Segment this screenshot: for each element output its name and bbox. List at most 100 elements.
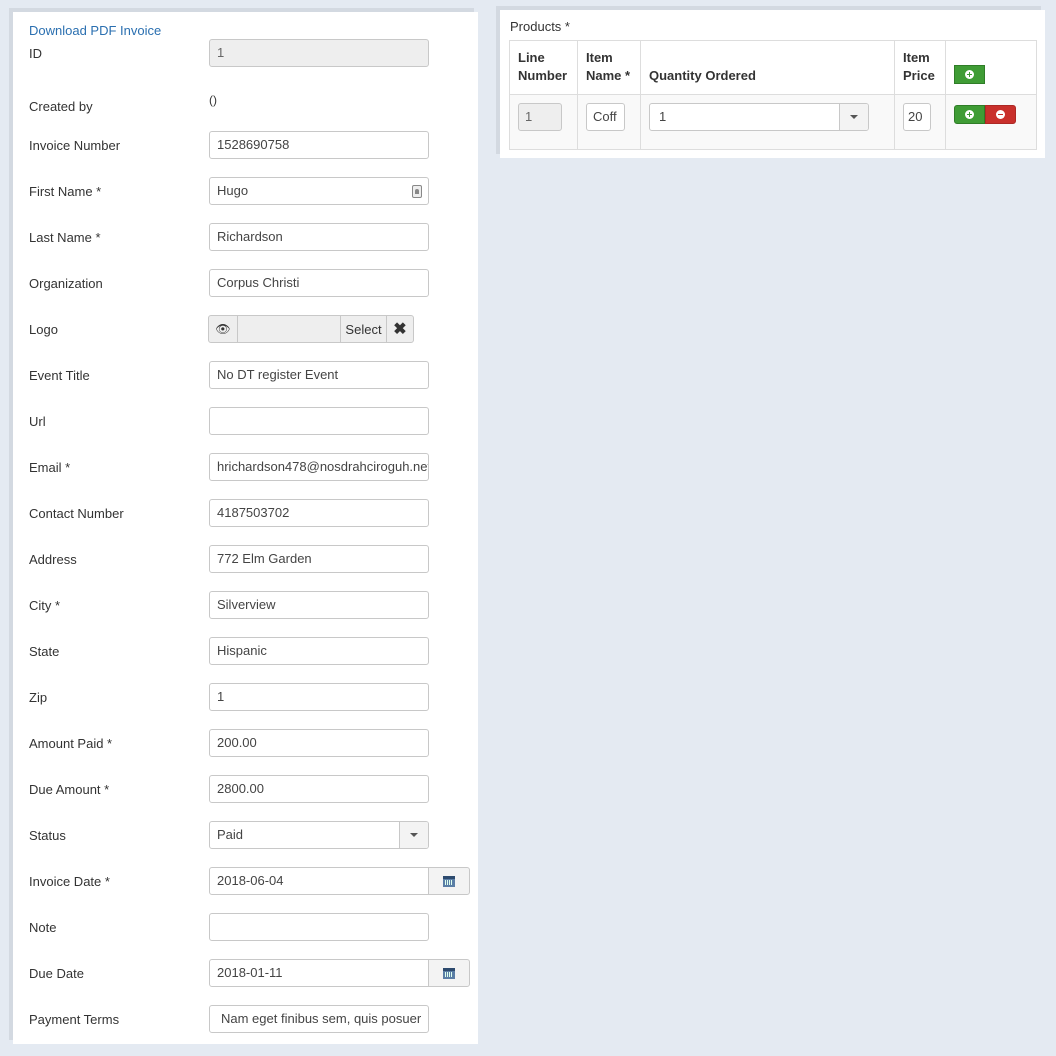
field-event-title: Event Title No DT register Event <box>13 361 478 389</box>
field-first-name: First Name * Hugo <box>13 177 478 205</box>
status-selected-value: Paid <box>217 827 244 842</box>
chevron-down-icon <box>410 833 418 837</box>
first-name-value: Hugo <box>217 183 249 198</box>
header-actions <box>945 40 1037 95</box>
due-date-input[interactable]: 2018-01-11 <box>209 959 430 987</box>
event-title-label: Event Title <box>29 368 90 383</box>
status-dropdown-toggle[interactable] <box>399 822 428 848</box>
city-label: City * <box>29 598 61 613</box>
field-last-name: Last Name * Richardson <box>13 223 478 251</box>
row-action-buttons <box>954 105 1016 124</box>
eye-icon[interactable]: 👁 <box>209 316 238 342</box>
download-pdf-invoice-link[interactable]: Download PDF Invoice <box>29 23 161 38</box>
products-title: Products * <box>510 19 570 34</box>
first-name-label: First Name * <box>29 184 102 199</box>
close-icon[interactable]: ✖ <box>386 316 413 342</box>
logo-select-button[interactable]: Select <box>340 316 386 342</box>
last-name-label: Last Name * <box>29 230 101 245</box>
field-state: State Hispanic <box>13 637 478 665</box>
contact-number-input[interactable]: 4187503702 <box>209 499 429 527</box>
field-due-amount: Due Amount * 2800.00 <box>13 775 478 803</box>
state-input[interactable]: Hispanic <box>209 637 429 665</box>
last-name-input[interactable]: Richardson <box>209 223 429 251</box>
field-organization: Organization Corpus Christi <box>13 269 478 297</box>
url-input[interactable] <box>209 407 429 435</box>
field-zip: Zip 1 <box>13 683 478 711</box>
field-id: ID 1 <box>13 39 478 67</box>
city-input[interactable]: Silverview <box>209 591 429 619</box>
field-email: Email * hrichardson478@nosdrahciroguh.ne… <box>13 453 478 481</box>
zip-input[interactable]: 1 <box>209 683 429 711</box>
invoice-number-input[interactable]: 1528690758 <box>209 131 429 159</box>
id-input[interactable]: 1 <box>209 39 429 67</box>
amount-paid-label: Amount Paid * <box>29 736 113 751</box>
field-created-by: Created by () <box>13 92 478 120</box>
add-row-button[interactable] <box>954 65 985 84</box>
plus-circle-icon <box>965 70 974 79</box>
calendar-icon <box>443 967 455 979</box>
item-name-input[interactable]: Coff <box>586 103 625 131</box>
id-label: ID <box>29 46 42 61</box>
products-table: Line Number Item Name * Quantity Ordered… <box>509 40 1037 150</box>
contact-number-label: Contact Number <box>29 506 124 521</box>
due-date-label: Due Date <box>29 966 84 981</box>
field-invoice-number: Invoice Number 1528690758 <box>13 131 478 159</box>
line-number-input[interactable]: 1 <box>518 103 562 131</box>
field-amount-paid: Amount Paid * 200.00 <box>13 729 478 757</box>
organization-input[interactable]: Corpus Christi <box>209 269 429 297</box>
payment-terms-input[interactable]: Nam eget finibus sem, quis posuer <box>209 1005 429 1033</box>
quantity-ordered-value: 1 <box>659 109 667 124</box>
email-label: Email * <box>29 460 71 475</box>
field-city: City * Silverview <box>13 591 478 619</box>
field-note: Note <box>13 913 478 941</box>
note-label: Note <box>29 920 57 935</box>
contact-card-icon[interactable] <box>412 185 422 198</box>
table-row: 1 Coff 1 20 <box>509 94 1037 150</box>
status-label: Status <box>29 828 66 843</box>
invoice-date-input[interactable]: 2018-06-04 <box>209 867 430 895</box>
invoice-number-label: Invoice Number <box>29 138 121 153</box>
due-amount-label: Due Amount * <box>29 782 110 797</box>
address-input[interactable]: 772 Elm Garden <box>209 545 429 573</box>
header-item-price: Item Price <box>894 40 946 95</box>
header-quantity-ordered: Quantity Ordered <box>640 40 895 95</box>
logo-file-display <box>238 316 340 342</box>
state-label: State <box>29 644 60 659</box>
products-panel: Products * Line Number Item Name * Quant… <box>500 10 1045 158</box>
zip-label: Zip <box>29 690 48 705</box>
quantity-ordered-select[interactable]: 1 <box>649 103 869 131</box>
event-title-input[interactable]: No DT register Event <box>209 361 429 389</box>
invoice-date-picker-button[interactable] <box>428 867 470 895</box>
status-select[interactable]: Paid <box>209 821 429 849</box>
created-by-value: () <box>209 93 217 107</box>
invoice-date-label: Invoice Date * <box>29 874 110 889</box>
email-input[interactable]: hrichardson478@nosdrahciroguh.net <box>209 453 429 481</box>
field-contact-number: Contact Number 4187503702 <box>13 499 478 527</box>
insert-row-button[interactable] <box>954 105 985 124</box>
plus-circle-icon <box>965 110 974 119</box>
field-address: Address 772 Elm Garden <box>13 545 478 573</box>
due-amount-input[interactable]: 2800.00 <box>209 775 429 803</box>
minus-circle-icon <box>996 110 1005 119</box>
logo-file-picker: 👁 Select ✖ <box>208 315 414 343</box>
due-date-picker-button[interactable] <box>428 959 470 987</box>
remove-row-button[interactable] <box>985 105 1016 124</box>
logo-label: Logo <box>29 322 58 337</box>
field-payment-terms: Payment Terms Nam eget finibus sem, quis… <box>13 1005 478 1033</box>
item-price-input[interactable]: 20 <box>903 103 931 131</box>
quantity-dropdown-toggle[interactable] <box>839 104 868 130</box>
first-name-input[interactable]: Hugo <box>209 177 429 205</box>
products-header-row: Line Number Item Name * Quantity Ordered… <box>509 40 1037 95</box>
payment-terms-label: Payment Terms <box>29 1012 120 1027</box>
note-input[interactable] <box>209 913 429 941</box>
chevron-down-icon <box>850 115 858 119</box>
organization-label: Organization <box>29 276 103 291</box>
header-item-name: Item Name * <box>577 40 641 95</box>
field-invoice-date: Invoice Date * 2018-06-04 <box>13 867 478 895</box>
address-label: Address <box>29 552 77 567</box>
amount-paid-input[interactable]: 200.00 <box>209 729 429 757</box>
invoice-form-panel: Download PDF Invoice ID 1 Created by () … <box>13 12 478 1044</box>
calendar-icon <box>443 875 455 887</box>
field-status: Status Paid <box>13 821 478 849</box>
url-label: Url <box>29 414 46 429</box>
